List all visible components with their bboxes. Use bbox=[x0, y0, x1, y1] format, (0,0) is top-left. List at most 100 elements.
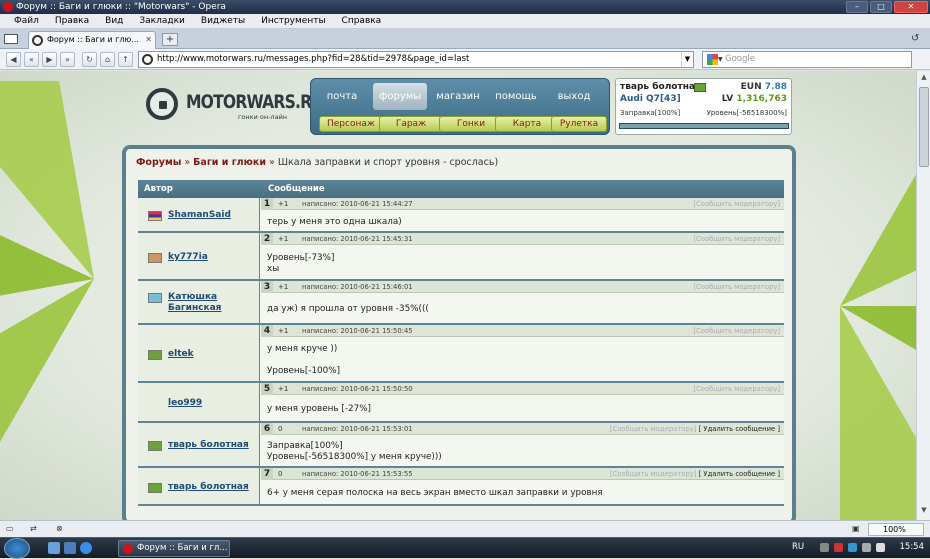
menu-file[interactable]: Файл bbox=[6, 14, 47, 28]
unite-icon[interactable]: ⊗ bbox=[56, 524, 63, 533]
page-scrollbar[interactable]: ▲ ▼ bbox=[916, 71, 930, 520]
post-number[interactable]: 2 bbox=[261, 233, 273, 245]
post-author-name[interactable]: ShamanSaid bbox=[168, 210, 254, 221]
post-number[interactable]: 6 bbox=[261, 423, 273, 435]
tray-icon[interactable] bbox=[834, 543, 843, 552]
panel-toggle-icon[interactable]: ▭ bbox=[6, 524, 14, 533]
subnav-races[interactable]: Гонки bbox=[439, 116, 503, 132]
maximize-button[interactable]: □ bbox=[870, 1, 892, 13]
nav-forums[interactable]: форумы bbox=[373, 83, 427, 110]
breadcrumb-forums[interactable]: Форумы bbox=[136, 157, 181, 168]
post-author-name[interactable]: тварь болотная bbox=[168, 482, 254, 493]
menu-view[interactable]: Вид bbox=[97, 14, 131, 28]
switch-windows-icon[interactable] bbox=[64, 542, 76, 554]
post-author-cell: тварь болотная bbox=[138, 468, 260, 504]
tray-icon[interactable] bbox=[820, 543, 829, 552]
scroll-thumb[interactable] bbox=[919, 87, 929, 167]
post-number[interactable]: 1 bbox=[261, 198, 273, 210]
post-actions: [Сообщить модератору] bbox=[693, 198, 780, 210]
site-logo[interactable]: MOTORWARS.RU гонки он-лайн bbox=[142, 85, 324, 125]
view-icon[interactable]: ▣ bbox=[852, 524, 860, 533]
zoom-control[interactable]: 100% bbox=[868, 523, 924, 536]
taskbar-opera-window[interactable]: Форум :: Баги и гл... bbox=[118, 540, 230, 557]
menu-help[interactable]: Справка bbox=[334, 14, 390, 28]
delete-post-link[interactable]: [ Удалить сообщение ] bbox=[699, 425, 780, 433]
minimize-button[interactable]: – bbox=[846, 1, 868, 13]
rewind-button[interactable]: « bbox=[24, 52, 39, 67]
nav-shop[interactable]: магазин bbox=[431, 83, 485, 110]
volume-icon[interactable] bbox=[876, 543, 885, 552]
report-moderator-link[interactable]: [Сообщить модератору] bbox=[693, 235, 780, 243]
closed-tabs-icon[interactable]: ↺ bbox=[911, 33, 925, 45]
tray-icon[interactable] bbox=[848, 543, 857, 552]
new-tab-button[interactable]: + bbox=[162, 33, 178, 46]
post-number[interactable]: 4 bbox=[261, 325, 273, 337]
post-author-name[interactable]: eltek bbox=[168, 349, 254, 360]
clock: 15:54 bbox=[899, 542, 925, 552]
fast-forward-button[interactable]: » bbox=[60, 52, 75, 67]
post-number[interactable]: 3 bbox=[261, 281, 273, 293]
breadcrumb-section[interactable]: Баги и глюки bbox=[193, 157, 266, 168]
network-icon[interactable] bbox=[862, 543, 871, 552]
menu-widgets[interactable]: Виджеты bbox=[193, 14, 253, 28]
post-rating[interactable]: +1 bbox=[278, 281, 288, 293]
post-rating[interactable]: 0 bbox=[278, 423, 282, 435]
report-moderator-link[interactable]: [Сообщить модератору] bbox=[693, 200, 780, 208]
report-moderator-link[interactable]: [Сообщить модератору] bbox=[693, 283, 780, 291]
reload-button[interactable]: ↻ bbox=[82, 52, 97, 67]
address-field[interactable]: http://www.motorwars.ru/messages.php?fid… bbox=[138, 51, 694, 68]
report-moderator-link[interactable]: [Сообщить модератору] bbox=[693, 327, 780, 335]
nav-exit[interactable]: выход bbox=[547, 83, 601, 110]
post-author-name[interactable]: тварь болотная bbox=[168, 440, 254, 451]
search-engine-dropdown-icon[interactable]: ▼ bbox=[718, 52, 723, 67]
post-rating[interactable]: 0 bbox=[278, 468, 282, 480]
back-button[interactable]: ◀ bbox=[6, 52, 21, 67]
tab-forum[interactable]: Форум :: Баги и глю... ✕ bbox=[28, 31, 156, 49]
search-placeholder: Google bbox=[725, 54, 755, 64]
upload-icon[interactable]: ↑ bbox=[118, 52, 133, 67]
post-author-name[interactable]: leo999 bbox=[168, 398, 254, 409]
subnav-map[interactable]: Карта bbox=[495, 116, 559, 132]
post-author-name[interactable]: ky777ia bbox=[168, 252, 254, 263]
language-indicator[interactable]: RU bbox=[792, 542, 804, 552]
post-text-line: у меня уровень [-27%] bbox=[267, 404, 371, 414]
scroll-down-icon[interactable]: ▼ bbox=[918, 506, 930, 518]
address-dropdown-icon[interactable]: ▼ bbox=[681, 52, 693, 67]
post-text-line: Уровень[-73%] bbox=[267, 253, 335, 263]
delete-post-link[interactable]: [ Удалить сообщение ] bbox=[699, 470, 780, 478]
menu-tools[interactable]: Инструменты bbox=[253, 14, 333, 28]
nav-mail[interactable]: почта bbox=[315, 83, 369, 110]
scroll-up-icon[interactable]: ▲ bbox=[918, 73, 930, 85]
tab-close-icon[interactable]: ✕ bbox=[145, 32, 152, 48]
post-number[interactable]: 7 bbox=[261, 468, 273, 480]
menu-bookmarks[interactable]: Закладки bbox=[131, 14, 193, 28]
home-button[interactable]: ⌂ bbox=[100, 52, 115, 67]
close-button[interactable]: ✕ bbox=[894, 1, 928, 13]
breadcrumb-separator: » bbox=[269, 157, 275, 168]
sync-icon[interactable]: ⇄ bbox=[30, 524, 37, 533]
post-rating[interactable]: +1 bbox=[278, 233, 288, 245]
user-car[interactable]: Audi Q7[43] bbox=[620, 94, 681, 104]
post-author-name[interactable]: Катюшка Багинская bbox=[168, 292, 254, 314]
internet-explorer-icon[interactable] bbox=[80, 542, 92, 554]
subnav-garage[interactable]: Гараж bbox=[379, 116, 443, 132]
menu-edit[interactable]: Правка bbox=[47, 14, 97, 28]
search-input[interactable]: ▼ Google bbox=[702, 51, 912, 68]
report-moderator-link[interactable]: [Сообщить модератору] bbox=[610, 425, 697, 433]
subnav-roulette[interactable]: Рулетка bbox=[551, 116, 607, 132]
tab-panel-icon[interactable] bbox=[4, 34, 18, 44]
post-rating[interactable]: +1 bbox=[278, 383, 288, 395]
forward-button[interactable]: ▶ bbox=[42, 52, 57, 67]
post-number[interactable]: 5 bbox=[261, 383, 273, 395]
opera-icon bbox=[3, 2, 13, 12]
show-desktop-icon[interactable] bbox=[48, 542, 60, 554]
subnav-character[interactable]: Персонаж bbox=[319, 116, 383, 132]
address-favicon-icon bbox=[142, 54, 153, 65]
report-moderator-link[interactable]: [Сообщить модератору] bbox=[693, 385, 780, 393]
post-rating[interactable]: +1 bbox=[278, 198, 288, 210]
report-moderator-link[interactable]: [Сообщить модератору] bbox=[610, 470, 697, 478]
user-name[interactable]: тварь болотная bbox=[620, 82, 701, 92]
nav-help[interactable]: помощь bbox=[489, 83, 543, 110]
start-button[interactable] bbox=[4, 538, 30, 559]
post-rating[interactable]: +1 bbox=[278, 325, 288, 337]
